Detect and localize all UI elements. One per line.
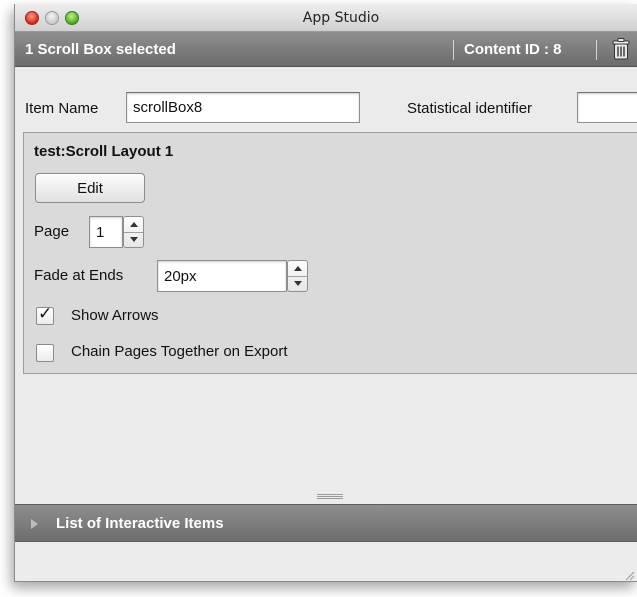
divider [453,40,454,60]
disclosure-triangle-icon[interactable] [31,519,38,529]
page-label: Page [34,223,70,240]
stepper-up-icon[interactable] [130,222,138,227]
fade-at-ends-label: Fade at Ends [34,267,124,284]
interactive-items-area [15,542,637,581]
chain-pages-label: Chain Pages Together on Export [71,343,288,360]
stepper-down-icon[interactable] [294,281,302,286]
app-studio-window: App Studio 1 Scroll Box selected Content… [14,4,637,582]
statistical-identifier-label: Statistical identifier [407,100,533,117]
chain-pages-checkbox[interactable] [36,344,54,362]
show-arrows-label: Show Arrows [71,307,159,324]
fade-at-ends-stepper[interactable] [287,260,308,292]
fade-at-ends-input[interactable] [157,260,287,292]
stepper-down-icon[interactable] [130,237,138,242]
show-arrows-checkbox[interactable]: ✓ [36,304,54,325]
scroll-layout-panel: test:Scroll Layout 1 Edit Page Fade at E… [23,132,637,374]
checkmark-icon: ✓ [38,304,53,324]
item-name-label: Item Name [25,100,99,117]
item-name-input[interactable] [126,92,360,123]
selection-label: 1 Scroll Box selected [25,41,176,58]
title-bar[interactable]: App Studio [15,4,637,32]
content-id-label: Content ID : 8 [464,41,562,58]
layout-title: test:Scroll Layout 1 [34,143,174,160]
interactive-items-label: List of Interactive Items [56,515,224,532]
divider [596,40,597,60]
edit-button[interactable]: Edit [35,173,145,203]
statistical-identifier-input[interactable] [577,92,637,123]
window-title: App Studio [302,10,380,26]
page-input[interactable] [89,216,123,248]
splitter-grip[interactable] [317,494,343,499]
stepper-up-icon[interactable] [294,266,302,271]
interactive-items-disclosure[interactable]: List of Interactive Items [15,504,637,542]
selection-bar: 1 Scroll Box selected Content ID : 8 [15,32,637,67]
trash-icon[interactable] [611,38,631,60]
resize-grip-icon[interactable] [623,568,635,581]
page-stepper[interactable] [123,216,144,248]
